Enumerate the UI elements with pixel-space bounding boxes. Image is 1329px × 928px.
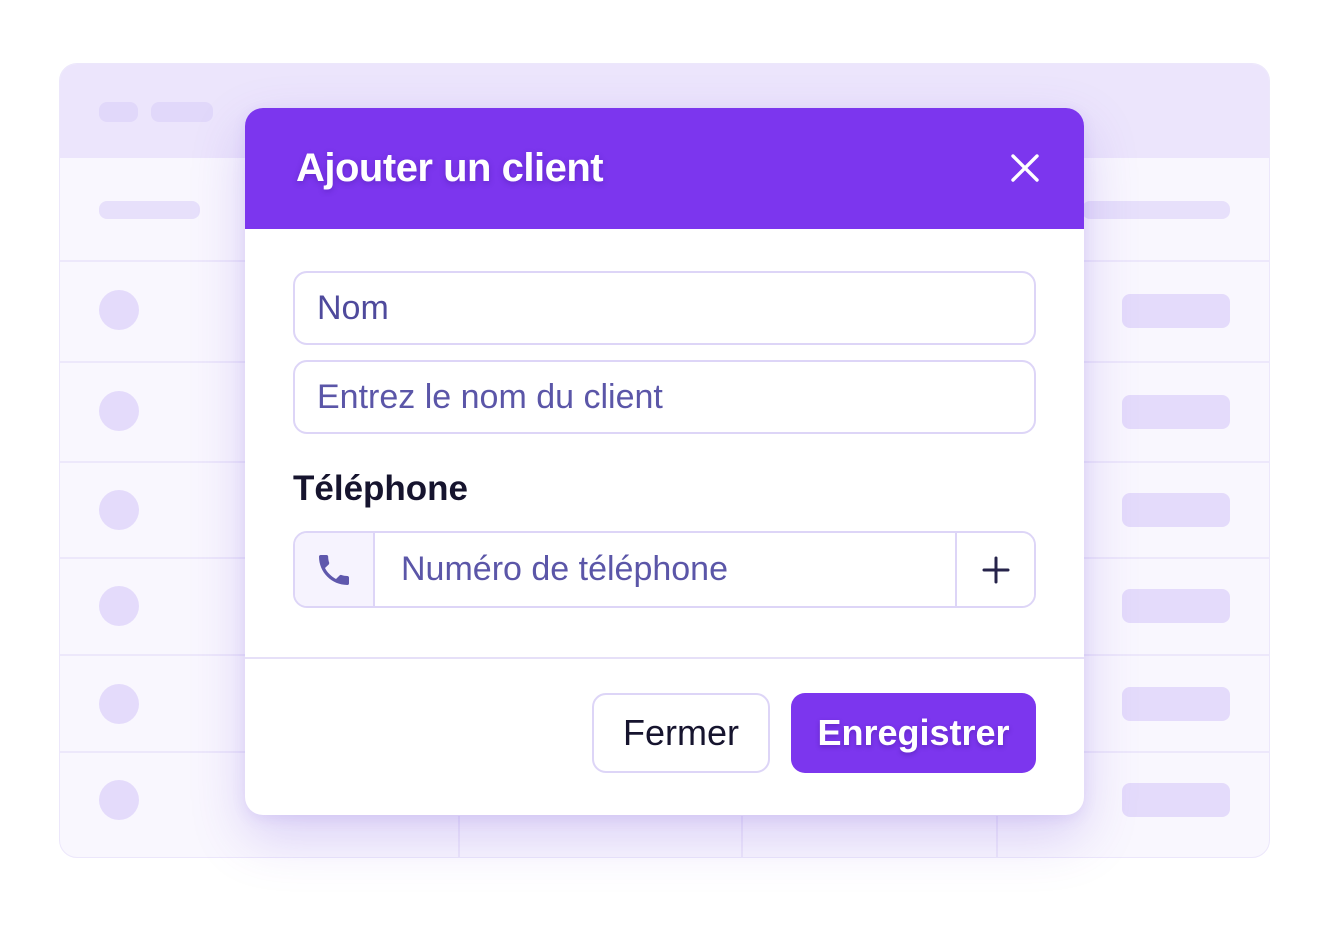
avatar-placeholder [99, 684, 139, 724]
placeholder-pill [99, 102, 138, 122]
plus-icon [982, 556, 1009, 583]
name-value-input[interactable] [295, 273, 1034, 343]
placeholder-pill [1122, 783, 1230, 817]
placeholder-pill [99, 201, 200, 219]
add-phone-button[interactable] [955, 533, 1034, 606]
placeholder-pill [151, 102, 213, 122]
client-name-input[interactable] [295, 362, 1034, 432]
avatar-placeholder [99, 490, 139, 530]
avatar-placeholder [99, 391, 139, 431]
placeholder-pill [1082, 201, 1230, 219]
close-icon [1011, 154, 1039, 182]
dialog-title: Ajouter un client [296, 146, 604, 190]
phone-input-group [293, 531, 1036, 608]
placeholder-pill [1122, 687, 1230, 721]
avatar-placeholder [99, 780, 139, 820]
phone-number-input[interactable] [375, 533, 955, 606]
placeholder-pill [1122, 589, 1230, 623]
placeholder-pill [1122, 395, 1230, 429]
avatar-placeholder [99, 290, 139, 330]
name-field[interactable] [293, 271, 1036, 345]
column-divider [458, 816, 460, 857]
phone-prefix [295, 533, 375, 606]
placeholder-pill [1122, 294, 1230, 328]
phone-label: Téléphone [293, 469, 469, 508]
footer-divider [245, 657, 1084, 659]
phone-icon [319, 554, 349, 585]
close-button[interactable] [1005, 148, 1045, 188]
placeholder-pill [1122, 493, 1230, 527]
add-client-dialog: Ajouter un client Téléphone Fermer [245, 108, 1084, 815]
dialog-header: Ajouter un client [245, 108, 1084, 229]
avatar-placeholder [99, 586, 139, 626]
column-divider [996, 816, 998, 857]
close-dialog-button[interactable]: Fermer [592, 693, 770, 773]
column-divider [741, 816, 743, 857]
save-button[interactable]: Enregistrer [791, 693, 1036, 773]
client-name-field[interactable] [293, 360, 1036, 434]
